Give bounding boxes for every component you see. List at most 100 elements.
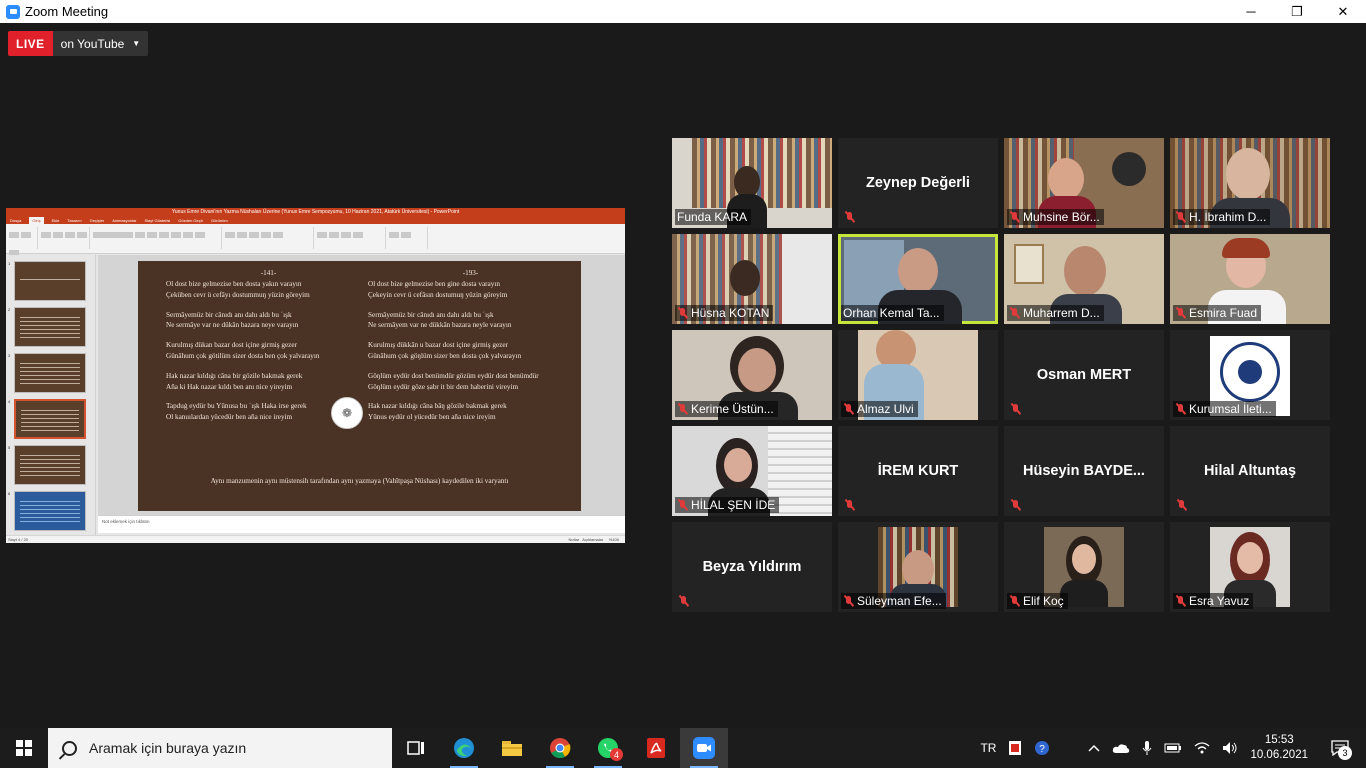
live-destination-dropdown[interactable]: on YouTube ▼ (52, 31, 149, 56)
participant-name: Hüsna KOTAN (691, 306, 770, 320)
participant-tile[interactable]: Muhsine Bör... (1004, 138, 1164, 228)
participant-name-label: Süleyman Efe... (841, 593, 946, 609)
stanza: Sermāyemüz bir cānıdı anı dahı aldı bu ʿ… (166, 310, 371, 332)
participant-name: Esra Yavuz (1189, 594, 1250, 608)
comments-toggle: Açıklamalar (582, 537, 604, 542)
participant-tile[interactable]: İREM KURT (838, 426, 998, 516)
chevron-up-icon[interactable] (1088, 743, 1100, 753)
close-button[interactable]: ✕ (1320, 0, 1366, 23)
slide-thumbnail (14, 491, 86, 531)
window-title: Zoom Meeting (25, 4, 109, 19)
svg-text:?: ? (1040, 744, 1046, 755)
battery-icon[interactable] (1164, 742, 1182, 754)
participant-tile[interactable]: Hilal Altuntaş (1170, 426, 1330, 516)
participant-tile[interactable]: Kerime Üstün... (672, 330, 832, 420)
clock-date: 10.06.2021 (1250, 749, 1308, 761)
wifi-icon[interactable] (1194, 741, 1210, 755)
left-poem-number: -141- (260, 269, 277, 277)
slide-counter: Slayt 4 / 20 (8, 537, 29, 542)
verse-line: Kurulmış dükan bazar dost içine girmiş g… (166, 341, 297, 350)
notes-pane[interactable]: Not eklemek için tıklatın (98, 515, 625, 533)
slide-caption: Aynı manzumenin aynı müstensih tarafında… (210, 477, 509, 485)
live-badge: LIVE (8, 31, 53, 56)
verse-line: Günāhum çok göŋlüm sizer ben dosta çok y… (368, 351, 522, 360)
participant-tile[interactable]: Hüsna KOTAN (672, 234, 832, 324)
participant-name: H. İbrahim D... (1189, 210, 1267, 224)
live-stream-indicator[interactable]: LIVE on YouTube ▼ (8, 31, 149, 56)
participant-name-label: Kerime Üstün... (675, 401, 778, 417)
help-icon[interactable]: ? (1034, 740, 1050, 756)
verse-line: Kurulmış dükkān u bazar dost içine girmi… (368, 341, 508, 350)
ribbon-tab: Gözden Geçir (178, 218, 203, 223)
search-icon (62, 740, 77, 756)
participant-name: Beyza Yıldırım (702, 559, 802, 575)
muted-mic-icon (1175, 211, 1186, 223)
participant-name-label: Elif Koç (1007, 593, 1068, 609)
participant-tile[interactable]: Zeynep Değerli (838, 138, 998, 228)
participant-tile[interactable]: HİLAL ŞEN İDE (672, 426, 832, 516)
verse-line: Göŋlüm eydür dost benümdür gözüm eydür d… (368, 371, 539, 380)
maximize-button[interactable]: ❐ (1274, 0, 1320, 23)
participant-name-label: Orhan Kemal Ta... (841, 305, 944, 321)
ribbon-tab: Ekle (51, 218, 60, 223)
active-speaker-tile[interactable]: Orhan Kemal Ta... (838, 234, 998, 324)
participant-name-label: Esra Yavuz (1173, 593, 1254, 609)
slide-canvas: -141- Ol dost bize gelmezise ben dosta y… (98, 255, 625, 523)
ribbon-tab: Tasarım (67, 218, 82, 223)
microphone-icon[interactable] (1142, 740, 1152, 756)
participant-tile[interactable]: Elif Koç (1004, 522, 1164, 612)
acrobat-taskbar-button[interactable] (632, 728, 680, 768)
powerpoint-ribbon (6, 224, 625, 256)
muted-mic-icon (844, 499, 855, 511)
acrobat-icon (647, 738, 665, 758)
participant-tile[interactable]: Esra Yavuz (1170, 522, 1330, 612)
zoom-taskbar-button[interactable] (680, 728, 728, 768)
participant-name: Esmira Fuad (1189, 306, 1258, 320)
acrobat-tray-icon[interactable] (1008, 740, 1022, 756)
participant-name: Zeynep Değerli (866, 175, 970, 191)
verse-line: Aña ki Hak nazar kıldı ben anı nice yire… (166, 382, 293, 391)
speaker-icon[interactable] (1222, 741, 1238, 755)
input-language[interactable]: TR (980, 741, 996, 755)
participant-tile[interactable]: H. İbrahim D... (1170, 138, 1330, 228)
participant-name: Kerime Üstün... (691, 402, 774, 416)
participant-tile[interactable]: Süleyman Efe... (838, 522, 998, 612)
verse-line: Ne sermāyem var ne dükkān bazara neyle v… (368, 321, 512, 330)
minimize-button[interactable]: ─ (1228, 0, 1274, 23)
participant-name: Orhan Kemal Ta... (843, 306, 940, 320)
file-explorer-taskbar-button[interactable] (488, 728, 536, 768)
muted-mic-icon (843, 595, 854, 607)
participant-tile[interactable]: Kurumsal İleti... (1170, 330, 1330, 420)
participant-tile[interactable]: Hüseyin BAYDE... (1004, 426, 1164, 516)
participant-tile[interactable]: Almaz Ulvi (838, 330, 998, 420)
verse-line: Günāhum çok götilüm sizer dosta ben çok … (166, 351, 320, 360)
participant-name-label: H. İbrahim D... (1173, 209, 1271, 225)
participant-tile[interactable]: Osman MERT (1004, 330, 1164, 420)
participant-name-label: Esmira Fuad (1173, 305, 1262, 321)
taskbar-search-box[interactable]: Aramak için buraya yazın (48, 728, 392, 768)
muted-mic-icon (1175, 595, 1186, 607)
stanza: Ol dost bize gelmezise ben dosta yakın v… (166, 279, 371, 301)
action-center-button[interactable]: 3 (1320, 728, 1360, 768)
start-button[interactable] (0, 728, 48, 768)
edge-taskbar-button[interactable] (440, 728, 488, 768)
slide-thumbnail (14, 353, 86, 393)
task-view-button[interactable] (392, 728, 440, 768)
participant-tile[interactable]: Beyza Yıldırım (672, 522, 832, 612)
taskbar-clock[interactable]: 15:53 10.06.2021 (1250, 733, 1308, 763)
whatsapp-badge: 4 (610, 748, 623, 761)
onedrive-icon[interactable] (1112, 742, 1130, 754)
participant-tile[interactable]: Funda KARA (672, 138, 832, 228)
chrome-taskbar-button[interactable] (536, 728, 584, 768)
ribbon-tab: Dosya (10, 218, 22, 223)
whatsapp-taskbar-button[interactable]: 4 (584, 728, 632, 768)
stanza: Hak nazar kıldıġı cāna bir gözile bakmak… (166, 371, 371, 393)
powerpoint-title-bar: Yunus Emre Divani'nın Yazma Nüshaları Üz… (6, 208, 625, 217)
slide-thumbnail-selected (14, 399, 86, 439)
stanza: Kurulmış dükkān u bazar dost içine girmi… (368, 340, 573, 362)
shared-screen[interactable]: Yunus Emre Divani'nın Yazma Nüshaları Üz… (6, 208, 625, 543)
stanza: Ol dost bize gelmezise ben gine dosta va… (368, 279, 573, 301)
muted-mic-icon (678, 595, 689, 607)
participant-tile[interactable]: Esmira Fuad (1170, 234, 1330, 324)
participant-tile[interactable]: Muharrem D... (1004, 234, 1164, 324)
